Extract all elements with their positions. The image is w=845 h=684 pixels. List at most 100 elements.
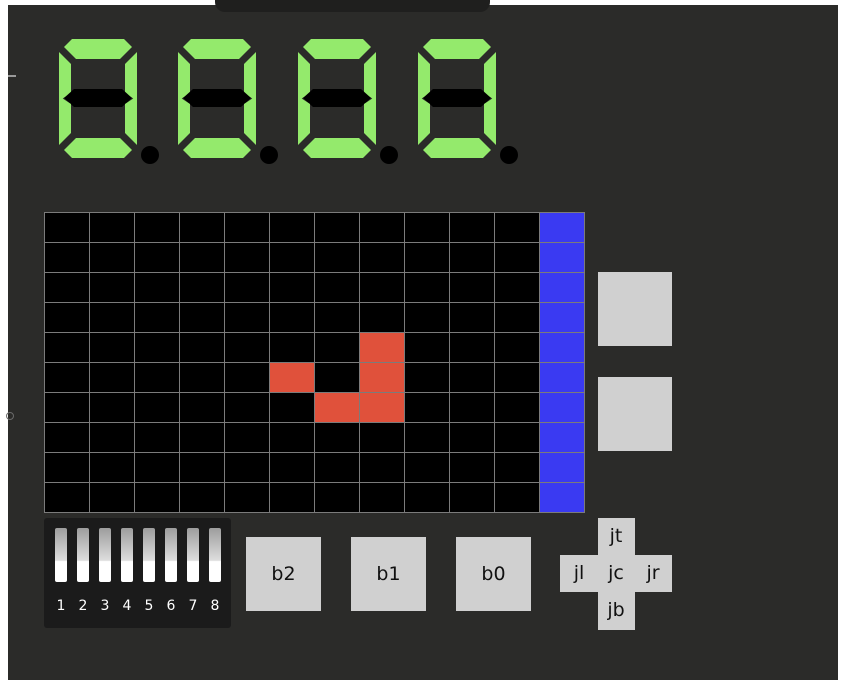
led-cell [135, 273, 179, 302]
led-cell [495, 333, 539, 362]
led-cell [360, 243, 404, 272]
led-cell [450, 213, 494, 242]
led-cell [45, 363, 89, 392]
dip-switch-5[interactable] [143, 528, 155, 582]
led-cell [495, 423, 539, 452]
led-cell [450, 363, 494, 392]
led-cell [90, 273, 134, 302]
led-cell [405, 363, 449, 392]
led-cell [450, 483, 494, 512]
led-cell [450, 303, 494, 332]
joystick-left[interactable]: jl [560, 562, 598, 584]
button-b0[interactable]: b0 [456, 537, 531, 611]
dip-switch-number: 2 [78, 598, 88, 614]
led-cell [135, 483, 179, 512]
led-cell [270, 273, 314, 302]
led-cell [90, 483, 134, 512]
level-bar-cell [540, 483, 584, 512]
led-cell [450, 333, 494, 362]
led-cell [360, 453, 404, 482]
led-cell [45, 303, 89, 332]
led-cell [135, 213, 179, 242]
level-bar-cell [540, 453, 584, 482]
led-cell [360, 303, 404, 332]
led-cell [135, 423, 179, 452]
button-b1-label: b1 [376, 563, 401, 585]
segment-a [183, 39, 251, 59]
joystick-center[interactable]: jc [597, 562, 635, 584]
led-cell [180, 423, 224, 452]
square-button-top[interactable] [598, 272, 672, 346]
led-cell [180, 273, 224, 302]
led-cell [45, 483, 89, 512]
led-cell [315, 363, 359, 392]
led-cell [45, 243, 89, 272]
led-cell [45, 423, 89, 452]
segment-g [303, 89, 371, 107]
dip-switch-6[interactable] [165, 528, 177, 582]
segment-g [423, 89, 491, 107]
led-cell [315, 333, 359, 362]
led-cell [405, 423, 449, 452]
led-cell [45, 213, 89, 242]
led-cell [315, 243, 359, 272]
level-bar-cell [540, 243, 584, 272]
led-cell [270, 393, 314, 422]
led-cell [135, 393, 179, 422]
dip-switch-4[interactable] [121, 528, 133, 582]
led-cell [90, 363, 134, 392]
led-cell [225, 423, 269, 452]
square-button-bottom[interactable] [598, 377, 672, 451]
led-cell [135, 363, 179, 392]
dip-switch-number: 8 [210, 598, 220, 614]
led-cell-on [315, 393, 359, 422]
led-cell [225, 303, 269, 332]
joystick-right[interactable]: jr [634, 562, 672, 584]
dip-switch-8[interactable] [209, 528, 221, 582]
dip-switch-bank: 12345678 [44, 518, 231, 628]
led-cell [360, 273, 404, 302]
led-cell [495, 483, 539, 512]
led-cell [405, 213, 449, 242]
segment-a [64, 39, 132, 59]
button-b2[interactable]: b2 [246, 537, 321, 611]
dip-switch-1[interactable] [55, 528, 67, 582]
led-cell [450, 243, 494, 272]
led-cell [45, 273, 89, 302]
led-cell [315, 303, 359, 332]
joystick-top[interactable]: jt [597, 525, 635, 547]
led-cell [135, 333, 179, 362]
button-b1[interactable]: b1 [351, 537, 426, 611]
led-cell [405, 483, 449, 512]
led-cell [360, 423, 404, 452]
led-cell [315, 213, 359, 242]
led-cell [360, 483, 404, 512]
dip-switch-number: 4 [122, 598, 132, 614]
led-cell [450, 393, 494, 422]
dip-switch-7[interactable] [187, 528, 199, 582]
level-bar-cell [540, 273, 584, 302]
led-cell [90, 453, 134, 482]
led-cell [90, 333, 134, 362]
led-cell [225, 213, 269, 242]
led-cell-on [360, 363, 404, 392]
led-cell [90, 393, 134, 422]
led-cell [180, 213, 224, 242]
joystick-bottom[interactable]: jb [597, 599, 635, 621]
led-cell [270, 303, 314, 332]
decimal-point [500, 146, 518, 164]
led-cell [315, 483, 359, 512]
led-cell [405, 303, 449, 332]
led-cell-on [360, 333, 404, 362]
dip-switch-2[interactable] [77, 528, 89, 582]
led-cell [45, 333, 89, 362]
led-cell [270, 213, 314, 242]
led-cell [90, 243, 134, 272]
dip-switch-3[interactable] [99, 528, 111, 582]
led-cell [405, 453, 449, 482]
led-cell [90, 303, 134, 332]
decimal-point [380, 146, 398, 164]
led-cell [495, 213, 539, 242]
segment-c [484, 96, 496, 145]
led-cell [495, 303, 539, 332]
